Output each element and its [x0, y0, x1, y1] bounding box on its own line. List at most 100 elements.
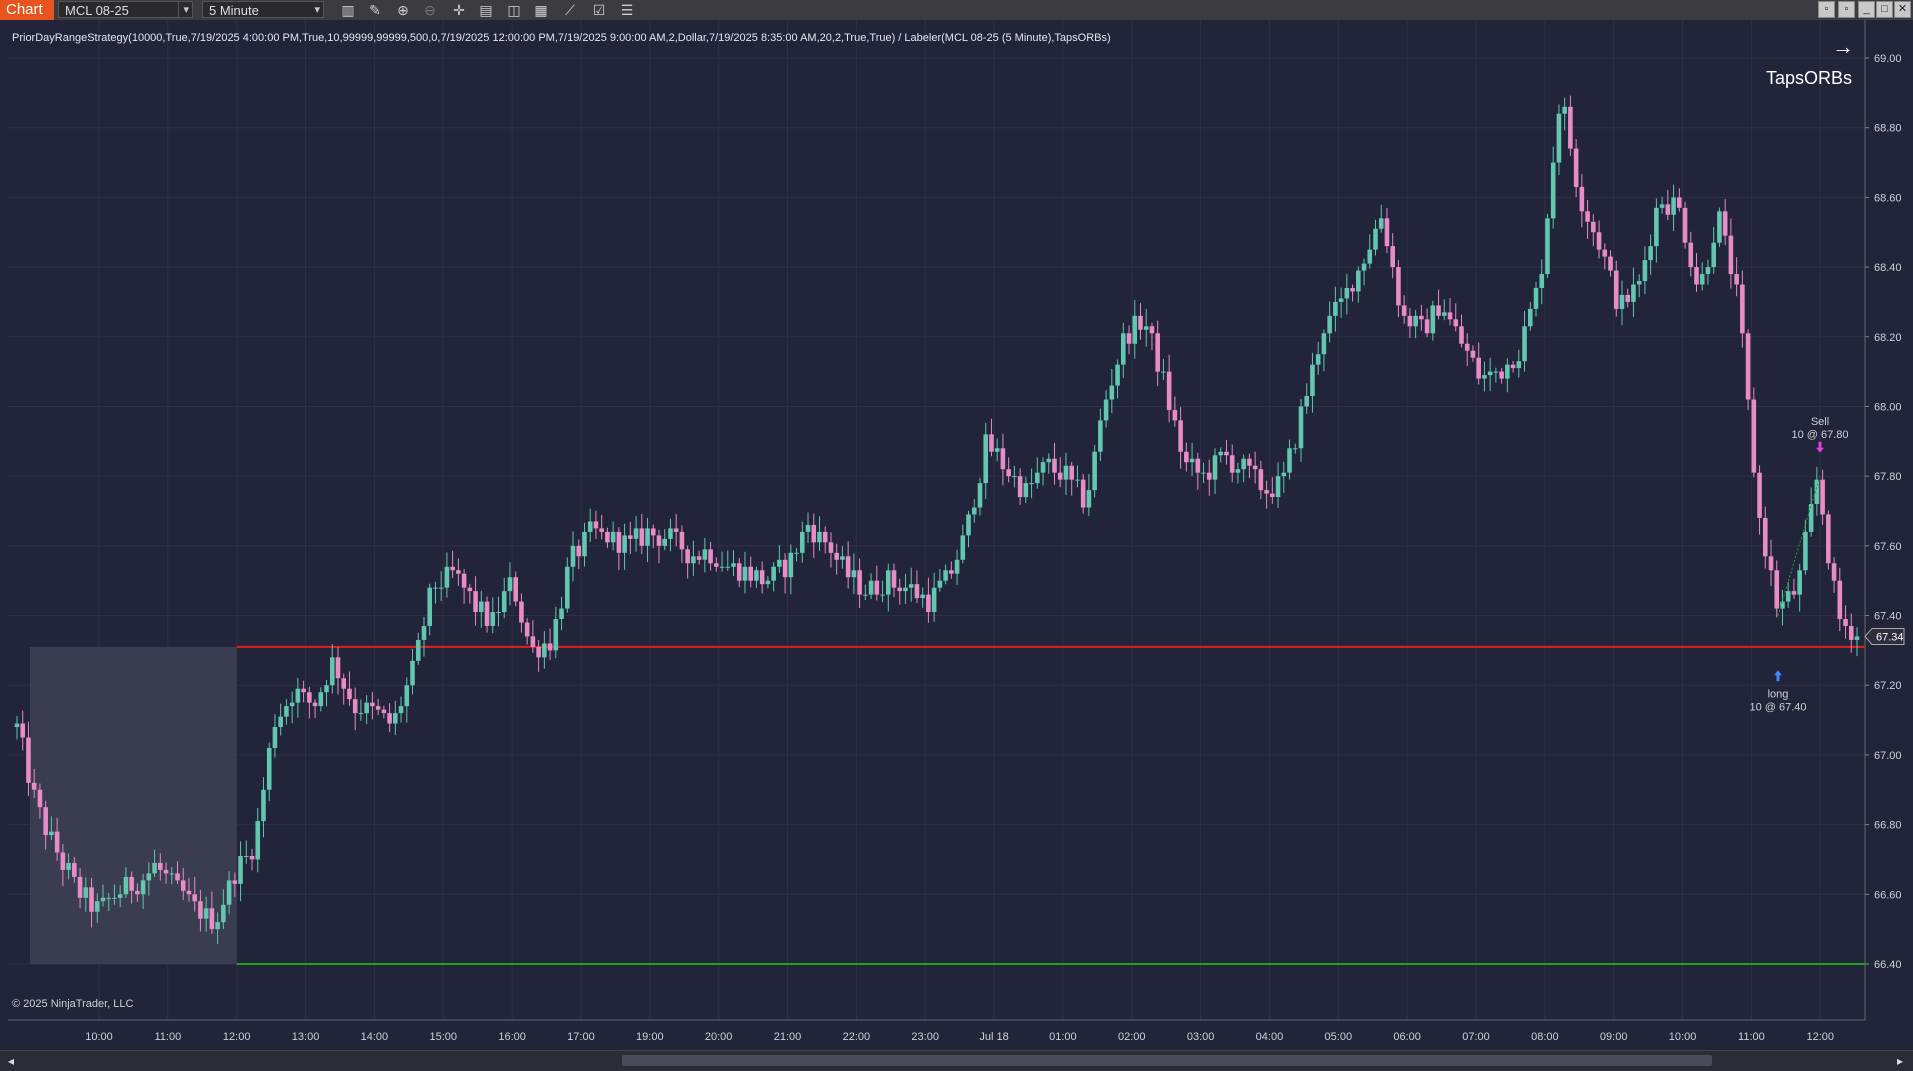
candle-body: [1562, 106, 1567, 114]
zoom-in-icon[interactable]: ⊕: [394, 1, 412, 19]
candle-body: [645, 528, 650, 546]
candle-body: [1270, 493, 1275, 498]
y-tick-label: 66.80: [1874, 820, 1902, 832]
candle-body: [524, 622, 530, 637]
bar-type-icon[interactable]: ▥: [339, 1, 357, 19]
candle-body: [1327, 315, 1332, 334]
candle-body: [1677, 197, 1682, 208]
candle-body: [639, 528, 645, 546]
arrow-right-icon[interactable]: →: [1832, 34, 1854, 60]
candle-body: [1464, 343, 1470, 351]
last-price-label: 67.34: [1876, 631, 1904, 643]
candle-body: [484, 601, 490, 626]
interval-selector[interactable]: 5 Minute ▾: [202, 1, 324, 18]
candle-body: [1189, 458, 1195, 463]
minimize-icon[interactable]: _: [1858, 1, 1875, 18]
candle-body: [1803, 531, 1808, 571]
x-tick-label: 19:00: [636, 1031, 664, 1043]
crosshair-icon[interactable]: ✛: [450, 1, 468, 19]
candle-body: [811, 524, 817, 543]
data-box-icon[interactable]: ▦: [532, 1, 550, 19]
candle-body: [994, 448, 1000, 452]
candle-body: [1424, 319, 1430, 334]
candle-body: [1854, 636, 1860, 640]
candle-body: [1430, 305, 1436, 334]
zoom-out-icon[interactable]: ⊖: [421, 1, 439, 19]
candle-body: [456, 570, 461, 574]
minimize-icon[interactable]: ▫: [1838, 1, 1855, 18]
candle-body: [1791, 591, 1797, 595]
candle-body: [1046, 458, 1052, 463]
x-tick-label: 17:00: [567, 1031, 595, 1043]
price-chart[interactable]: 10:00 11:00 12:00 13:00 14:00 15:00 16:00 17:00…: [0, 20, 1913, 1070]
templates-icon[interactable]: ▤: [477, 1, 495, 19]
candle-body: [203, 908, 209, 919]
candle-body: [977, 483, 983, 508]
instrument-selector[interactable]: MCL 08-25: [58, 1, 182, 18]
candle-body: [840, 556, 845, 560]
candle-body: [1080, 479, 1086, 508]
candle-body: [1138, 315, 1143, 330]
candle-body: [490, 612, 496, 626]
candle-body: [771, 566, 776, 581]
candle-body: [834, 552, 839, 560]
x-tick-label: 07:00: [1462, 1031, 1490, 1043]
candle-body: [622, 535, 627, 553]
x-tick-label: 10:00: [1669, 1031, 1697, 1043]
candle-body: [1344, 287, 1350, 299]
candle-body: [238, 855, 243, 884]
candle-body: [106, 897, 112, 899]
copyright-text: © 2025 NinjaTrader, LLC: [12, 998, 134, 1010]
candle-body: [66, 862, 71, 870]
candle-body: [1631, 284, 1636, 302]
candle-body: [226, 880, 232, 905]
candle-body: [438, 587, 444, 589]
candle-body: [1367, 249, 1373, 264]
candle-body: [1722, 211, 1728, 236]
candle-body: [530, 636, 536, 647]
candle-body: [1459, 326, 1464, 344]
candle-body: [1808, 504, 1814, 532]
candle-body: [1040, 462, 1046, 473]
chart-tab[interactable]: Chart: [0, 0, 54, 20]
properties-icon[interactable]: ◫: [505, 1, 523, 19]
candle-body: [1848, 625, 1854, 640]
close-icon[interactable]: ✕: [1894, 1, 1911, 18]
x-tick-label: 11:00: [1738, 1031, 1765, 1043]
candle-body: [255, 821, 261, 860]
maximize-icon[interactable]: □: [1876, 1, 1893, 18]
instrument-dropdown-button[interactable]: ▾: [178, 1, 193, 18]
scrollbar-thumb[interactable]: [622, 1055, 1712, 1066]
candle-body: [1665, 204, 1671, 215]
candle-body: [1762, 517, 1768, 557]
y-tick-label: 68.40: [1874, 262, 1902, 274]
candle-body: [192, 894, 197, 902]
candle-body: [112, 897, 117, 899]
y-tick-label: 68.20: [1874, 332, 1902, 344]
object-list-icon[interactable]: ☰: [618, 1, 636, 19]
long-trade-label: long: [1768, 688, 1789, 700]
restore-icon[interactable]: ▫: [1818, 1, 1835, 18]
chart-toolbar: Chart MCL 08-25 ▾ 5 Minute ▾ ▥ ✎ ⊕ ⊖ ✛ ▤…: [0, 0, 1913, 21]
candle-body: [1258, 469, 1264, 491]
candle-body: [822, 531, 828, 543]
candle-body: [266, 747, 272, 790]
scroll-right-icon[interactable]: ▸: [1897, 1054, 1903, 1068]
candle-body: [1287, 448, 1292, 473]
candle-body: [759, 570, 765, 585]
y-tick-label: 68.00: [1874, 401, 1902, 413]
candle-body: [673, 528, 679, 532]
draw-tool-icon[interactable]: ✎: [366, 1, 384, 19]
horizontal-scrollbar[interactable]: ◂ ▸: [0, 1050, 1913, 1071]
indicators-icon[interactable]: ⟋: [561, 1, 579, 19]
scroll-left-icon[interactable]: ◂: [8, 1054, 14, 1068]
candle-body: [650, 528, 656, 536]
candle-body: [725, 566, 731, 568]
candle-body: [714, 563, 719, 567]
candle-body: [920, 594, 925, 599]
candle-body: [788, 552, 794, 578]
strategies-icon[interactable]: ☑: [590, 1, 608, 19]
candle-body: [1413, 315, 1418, 327]
candle-body: [1333, 301, 1338, 316]
candle-body: [1241, 458, 1246, 470]
